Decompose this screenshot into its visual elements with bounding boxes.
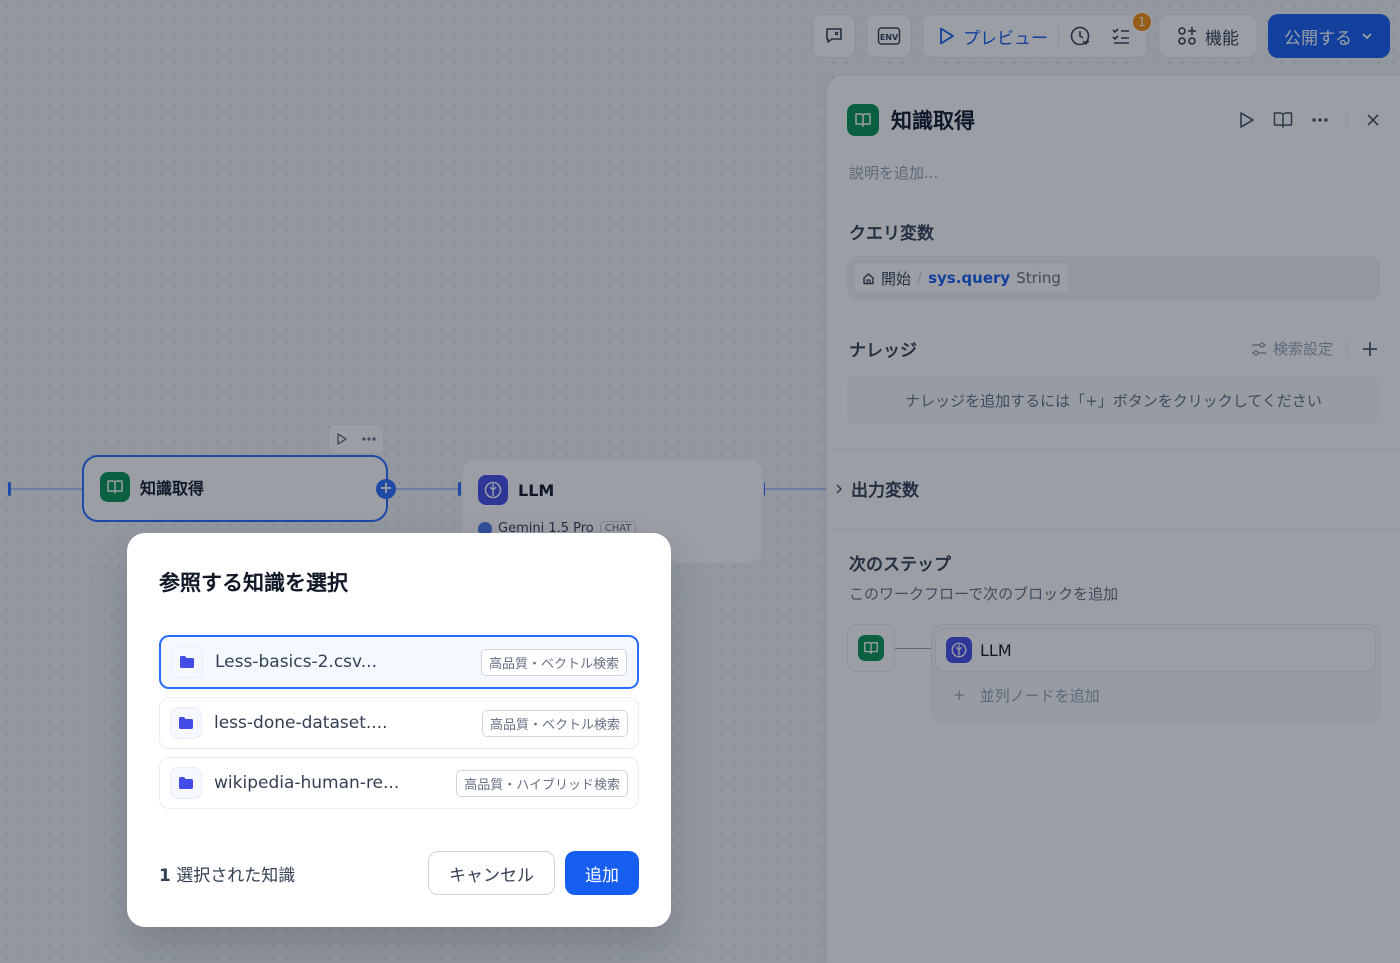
knowledge-tag: 高品質・ベクトル検索	[480, 648, 627, 676]
cancel-button[interactable]: キャンセル	[428, 851, 555, 895]
selected-count-number: 1	[159, 865, 171, 886]
add-button[interactable]: 追加	[565, 851, 639, 895]
knowledge-name: wikipedia-human-re...	[214, 773, 400, 793]
folder-icon	[170, 707, 202, 739]
modal-footer: 1 選択された知識 キャンセル 追加	[159, 851, 639, 895]
knowledge-item[interactable]: Less-basics-2.csv... 高品質・ベクトル検索	[159, 635, 639, 689]
selected-count-label: 選択された知識	[176, 865, 296, 886]
modal-title: 参照する知識を選択	[159, 571, 348, 595]
knowledge-item[interactable]: wikipedia-human-re... 高品質・ハイブリッド検索	[159, 757, 639, 809]
knowledge-tag: 高品質・ハイブリッド検索	[456, 769, 628, 797]
folder-icon	[171, 646, 203, 678]
knowledge-name: Less-basics-2.csv...	[215, 652, 377, 672]
selected-count: 1 選択された知識	[159, 861, 428, 886]
knowledge-tag: 高品質・ベクトル検索	[481, 709, 628, 737]
select-knowledge-modal: 参照する知識を選択 Less-basics-2.csv... 高品質・ベクトル検…	[127, 533, 671, 927]
knowledge-item[interactable]: less-done-dataset.... 高品質・ベクトル検索	[159, 697, 639, 749]
knowledge-name: less-done-dataset....	[214, 713, 388, 733]
knowledge-list: Less-basics-2.csv... 高品質・ベクトル検索 less-don…	[159, 635, 639, 809]
folder-icon	[170, 767, 202, 799]
